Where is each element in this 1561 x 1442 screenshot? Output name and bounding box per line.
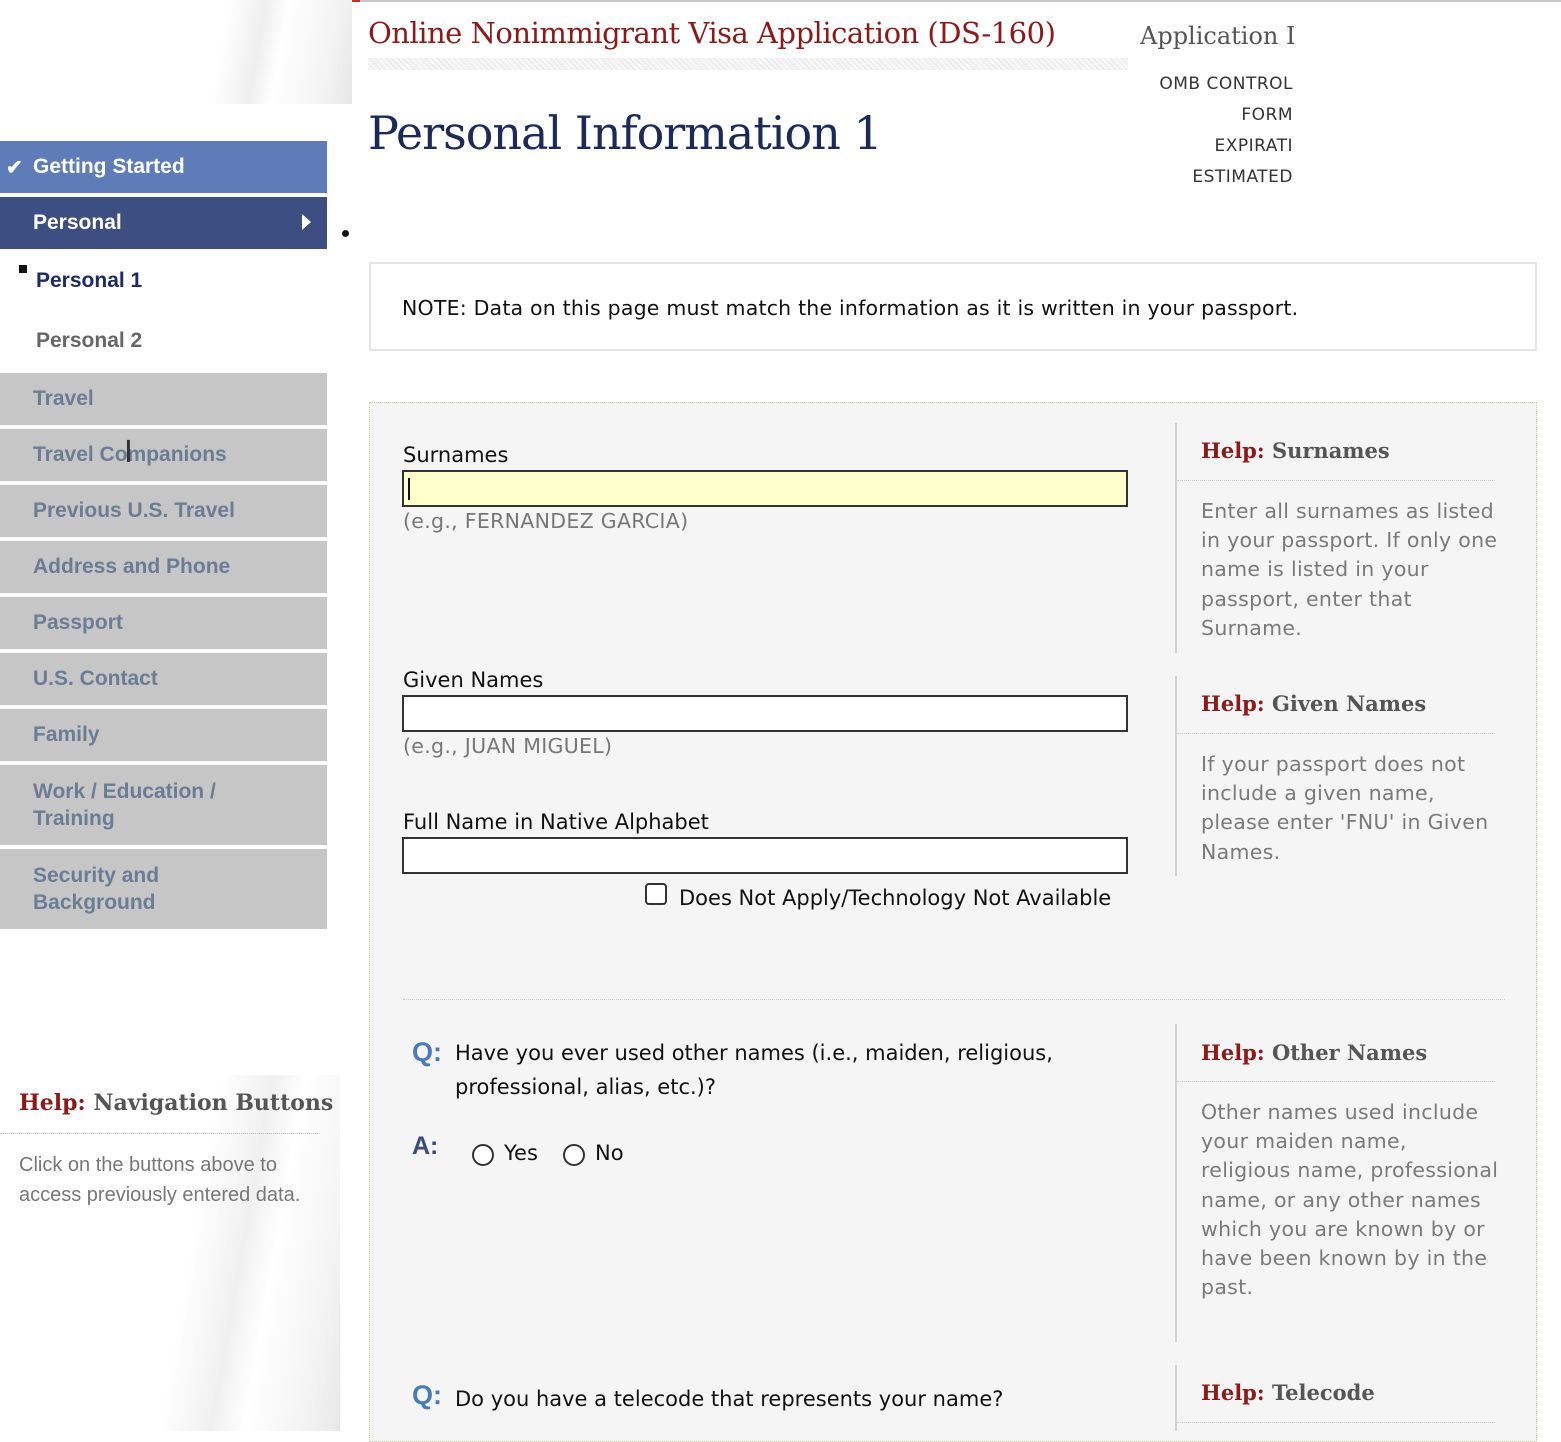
help-divider bbox=[1177, 1422, 1495, 1423]
help-prefix: Help: bbox=[19, 1090, 86, 1116]
sidebar-item-label: Getting Started bbox=[33, 155, 185, 178]
sidebar-item-us-contact[interactable]: U.S. Contact bbox=[0, 653, 327, 705]
sidebar-item-label: Personal bbox=[33, 211, 122, 234]
help-column-surnames bbox=[1175, 423, 1177, 653]
sidebar-item-label: Family bbox=[33, 723, 100, 746]
decorative-swoosh-bottom bbox=[0, 1075, 340, 1431]
triangle-right-icon bbox=[302, 214, 311, 230]
other-names-no-radio[interactable] bbox=[563, 1144, 585, 1166]
native-name-input[interactable] bbox=[402, 837, 1128, 874]
text-caret bbox=[408, 478, 410, 500]
sidebar-item-travel-companions[interactable]: Travel Companions bbox=[0, 429, 327, 481]
help-title-text: Other Names bbox=[1271, 1040, 1428, 1065]
other-names-question: Have you ever used other names (i.e., ma… bbox=[455, 1041, 1053, 1099]
surnames-example: (e.g., FERNANDEZ GARCIA) bbox=[403, 509, 689, 533]
sidebar-item-getting-started[interactable]: ✔ Getting Started bbox=[0, 141, 327, 193]
form-label: FORM bbox=[1241, 105, 1293, 125]
passport-note-text: NOTE: Data on this page must match the i… bbox=[402, 296, 1299, 320]
sidebar-item-security-and-background[interactable]: Security and Background bbox=[0, 849, 327, 929]
other-names-yes-radio[interactable] bbox=[472, 1144, 494, 1166]
surnames-label: Surnames bbox=[403, 443, 509, 467]
title-rule bbox=[368, 58, 1128, 70]
sidebar-item-label: Work / Education / Training bbox=[33, 780, 216, 830]
sidebar-item-family[interactable]: Family bbox=[0, 709, 327, 761]
help-given-names-title: Help: Given Names bbox=[1201, 691, 1426, 716]
help-other-names-text: Other names used include your maiden nam… bbox=[1201, 1100, 1499, 1300]
surnames-input[interactable] bbox=[402, 470, 1128, 507]
decorative-swoosh-top bbox=[0, 0, 352, 104]
help-title-text: Navigation Buttons bbox=[93, 1090, 334, 1116]
answer-marker: A: bbox=[412, 1132, 439, 1160]
given-names-input[interactable] bbox=[402, 695, 1128, 732]
sidebar-item-label: Passport bbox=[33, 611, 123, 634]
passport-note-box: NOTE: Data on this page must match the i… bbox=[369, 262, 1537, 351]
sidebar-nav: ✔ Getting Started Personal Personal 1 Pe… bbox=[0, 141, 327, 933]
page-title: Personal Information 1 bbox=[368, 106, 883, 160]
sidebar-item-previous-us-travel[interactable]: Previous U.S. Travel bbox=[0, 485, 327, 537]
does-not-apply-checkbox[interactable] bbox=[645, 883, 667, 905]
help-given-names-text: If your passport does not include a give… bbox=[1201, 752, 1489, 864]
sidebar-item-label: Personal 1 bbox=[36, 269, 143, 292]
sidebar-item-personal-1[interactable]: Personal 1 bbox=[0, 253, 327, 309]
help-divider bbox=[0, 1133, 320, 1134]
help-prefix: Help: bbox=[1201, 691, 1265, 716]
expiration-label: EXPIRATI bbox=[1214, 136, 1293, 156]
help-surnames-title: Help: Surnames bbox=[1201, 438, 1390, 463]
help-telecode-title: Help: Telecode bbox=[1201, 1380, 1375, 1405]
help-divider bbox=[1177, 733, 1495, 734]
telecode-question: Do you have a telecode that represents y… bbox=[455, 1387, 1004, 1411]
native-name-label: Full Name in Native Alphabet bbox=[403, 810, 709, 834]
sidebar-item-personal-2[interactable]: Personal 2 bbox=[0, 313, 327, 369]
given-names-example: (e.g., JUAN MIGUEL) bbox=[403, 734, 613, 758]
sidebar-item-personal[interactable]: Personal bbox=[0, 197, 327, 249]
sidebar-item-label: Travel bbox=[33, 387, 94, 410]
does-not-apply-label: Does Not Apply/Technology Not Available bbox=[679, 886, 1112, 910]
sidebar-item-work-education-training[interactable]: Work / Education / Training bbox=[0, 765, 327, 845]
help-title-text: Surnames bbox=[1271, 438, 1390, 463]
sidebar-item-label: Previous U.S. Travel bbox=[33, 499, 235, 522]
text-cursor-icon: I bbox=[124, 435, 133, 470]
sidebar-item-label: Personal 2 bbox=[36, 329, 143, 352]
check-icon: ✔ bbox=[6, 156, 23, 179]
help-column-given-names bbox=[1175, 676, 1177, 876]
estimated-label: ESTIMATED bbox=[1192, 167, 1293, 187]
help-title-text: Given Names bbox=[1271, 691, 1427, 716]
help-divider bbox=[1177, 1081, 1495, 1082]
sidebar-item-travel[interactable]: Travel bbox=[0, 373, 327, 425]
sidebar-item-label: Security and Background bbox=[33, 864, 160, 914]
application-id-label: Application ID bbox=[1140, 22, 1294, 50]
help-title-text: Telecode bbox=[1271, 1380, 1375, 1405]
help-prefix: Help: bbox=[1201, 1380, 1265, 1405]
sidebar-item-passport[interactable]: Passport bbox=[0, 597, 327, 649]
given-names-label: Given Names bbox=[403, 668, 544, 692]
section-divider bbox=[403, 999, 1505, 1000]
omb-control-label: OMB CONTROL bbox=[1159, 74, 1293, 94]
sidebar-item-label: Address and Phone bbox=[33, 555, 231, 578]
help-navigation-text: Click on the buttons above to access pre… bbox=[19, 1154, 301, 1206]
question-marker: Q: bbox=[412, 1037, 442, 1067]
bullet-dot bbox=[342, 230, 349, 237]
question-marker: Q: bbox=[412, 1380, 442, 1410]
help-divider bbox=[1177, 480, 1495, 481]
help-surnames-text: Enter all surnames as listed in your pas… bbox=[1201, 499, 1498, 640]
yes-label: Yes bbox=[504, 1141, 538, 1165]
no-label: No bbox=[595, 1141, 624, 1165]
help-other-names-title: Help: Other Names bbox=[1201, 1040, 1427, 1065]
help-prefix: Help: bbox=[1201, 438, 1265, 463]
sidebar-item-address-and-phone[interactable]: Address and Phone bbox=[0, 541, 327, 593]
help-prefix: Help: bbox=[1201, 1040, 1265, 1065]
help-navigation-title: Help: Navigation Buttons bbox=[19, 1090, 333, 1116]
app-title: Online Nonimmigrant Visa Application (DS… bbox=[368, 16, 1056, 50]
help-column-other-names bbox=[1175, 1024, 1177, 1342]
current-marker-icon bbox=[19, 265, 27, 273]
sidebar-item-label: U.S. Contact bbox=[33, 667, 158, 690]
